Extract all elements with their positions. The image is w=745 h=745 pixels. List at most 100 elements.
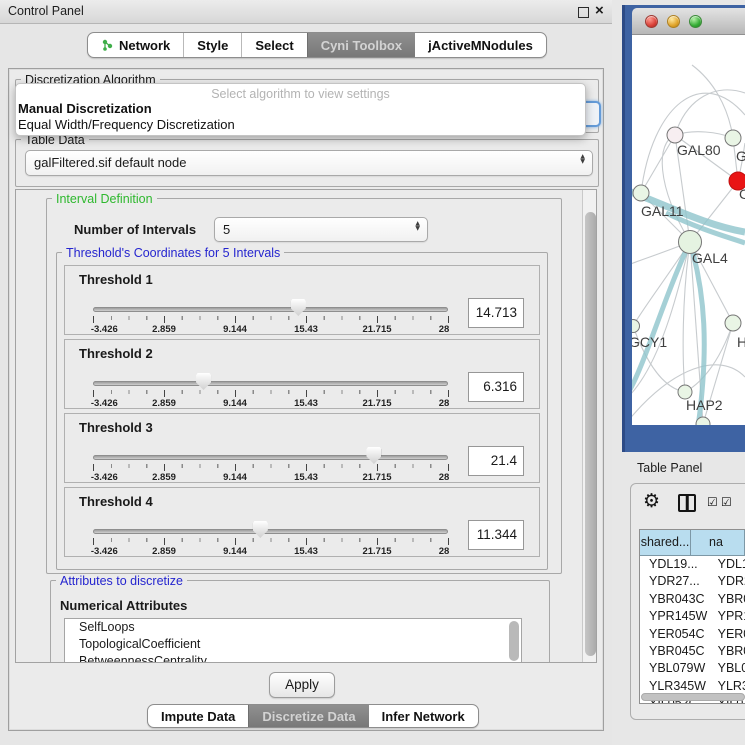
slider-thumb[interactable] bbox=[291, 299, 306, 316]
network-node[interactable] bbox=[667, 127, 683, 143]
slider-tick-labels: -3.4262.8599.14415.4321.71528 bbox=[93, 324, 448, 336]
spinner-arrows-icon: ▲▼ bbox=[415, 221, 420, 231]
threshold-2-slider[interactable]: -3.4262.8599.14415.4321.71528 bbox=[93, 372, 448, 410]
list-item[interactable]: SelfLoops bbox=[65, 619, 521, 636]
thresholds-group-title: Threshold's Coordinates for 5 Intervals bbox=[62, 246, 284, 260]
column-header-shared-name[interactable]: shared... bbox=[640, 530, 691, 555]
slider-track[interactable] bbox=[93, 381, 448, 386]
network-node[interactable] bbox=[633, 185, 649, 201]
tick-label: 21.715 bbox=[362, 472, 391, 483]
threshold-1-slider[interactable]: -3.4262.8599.14415.4321.71528 bbox=[93, 298, 448, 336]
slider-thumb[interactable] bbox=[196, 373, 211, 390]
network-canvas[interactable]: GAL80GALCGAL11GAL4GCY1HHAP2 bbox=[632, 35, 745, 425]
threshold-3-label: Threshold 3 bbox=[79, 420, 153, 435]
threshold-2-value[interactable]: 6.316 bbox=[468, 372, 524, 402]
zoom-traffic-light-icon[interactable] bbox=[689, 15, 702, 28]
threshold-1-value[interactable]: 14.713 bbox=[468, 298, 524, 328]
tab-network[interactable]: Network bbox=[88, 33, 183, 57]
table-row[interactable]: YDL19...YDL1 bbox=[640, 556, 745, 573]
tick-label: 9.144 bbox=[223, 546, 247, 557]
tab-style[interactable]: Style bbox=[183, 33, 241, 57]
network-edge bbox=[675, 132, 733, 138]
threshold-4-slider[interactable]: -3.4262.8599.14415.4321.71528 bbox=[93, 520, 448, 558]
tick-label: 15.43 bbox=[294, 398, 318, 409]
tick-label: 2.859 bbox=[152, 398, 176, 409]
tab-discretize-data[interactable]: Discretize Data bbox=[248, 705, 368, 727]
table-data-select[interactable]: galFiltered.sif default node ▲▼ bbox=[25, 150, 593, 176]
dropdown-option-manual[interactable]: Manual Discretization bbox=[16, 101, 585, 117]
table-row[interactable]: YDR27...YDR2 bbox=[640, 573, 745, 590]
threshold-4-value[interactable]: 11.344 bbox=[468, 520, 524, 550]
node-attribute-table[interactable]: shared... na YDL19...YDL1 YDR27...YDR2 Y… bbox=[639, 529, 745, 704]
network-node-label: GCY1 bbox=[632, 334, 667, 350]
network-node-label: GAL bbox=[736, 148, 745, 164]
slider-thumb[interactable] bbox=[366, 447, 381, 464]
tick-label: 9.144 bbox=[223, 472, 247, 483]
threshold-4-panel: Threshold 4 -3.4262.8599.14415.4321.7152… bbox=[64, 487, 540, 557]
list-scrollbar[interactable] bbox=[509, 621, 519, 661]
tick-label: 2.859 bbox=[152, 546, 176, 557]
table-row[interactable]: YBL079WYBL0 bbox=[640, 660, 745, 677]
network-window-titlebar[interactable] bbox=[632, 8, 745, 35]
tab-select[interactable]: Select bbox=[241, 33, 306, 57]
tab-cyni-toolbox[interactable]: Cyni Toolbox bbox=[307, 33, 415, 57]
settings-scroll-viewport: Interval Definition Number of Intervals … bbox=[15, 189, 597, 663]
network-node[interactable] bbox=[725, 130, 741, 146]
table-row[interactable]: YBR043CYBR0 bbox=[640, 591, 745, 608]
control-panel-window: Control Panel × Network Style Select Cyn… bbox=[0, 0, 612, 745]
tick-label: -3.426 bbox=[91, 546, 118, 557]
threshold-3-slider[interactable]: -3.4262.8599.14415.4321.71528 bbox=[93, 446, 448, 484]
network-node[interactable] bbox=[725, 315, 741, 331]
slider-track[interactable] bbox=[93, 529, 448, 534]
tick-label: 28 bbox=[439, 546, 450, 557]
tab-infer-network[interactable]: Infer Network bbox=[369, 705, 478, 727]
slider-tick-labels: -3.4262.8599.14415.4321.71528 bbox=[93, 398, 448, 410]
tick-label: 21.715 bbox=[362, 398, 391, 409]
tick-label: 2.859 bbox=[152, 324, 176, 335]
network-node-label: GAL80 bbox=[677, 142, 721, 158]
apply-button[interactable]: Apply bbox=[269, 672, 335, 698]
network-node[interactable] bbox=[632, 320, 640, 333]
tab-jactivemnodules[interactable]: jActiveMNodules bbox=[415, 33, 546, 57]
dropdown-option-equal-width[interactable]: Equal Width/Frequency Discretization bbox=[16, 117, 585, 133]
column-header-name[interactable]: na bbox=[691, 530, 745, 555]
table-row[interactable]: YER054CYER0 bbox=[640, 626, 745, 643]
gear-icon[interactable]: ⚙ bbox=[643, 490, 660, 512]
threshold-1-label: Threshold 1 bbox=[79, 272, 153, 287]
slider-track[interactable] bbox=[93, 307, 448, 312]
list-item[interactable]: TopologicalCoefficient bbox=[65, 636, 521, 653]
control-panel-titlebar: Control Panel × bbox=[0, 0, 612, 24]
close-icon[interactable]: × bbox=[595, 2, 604, 19]
table-horizontal-scrollbar[interactable] bbox=[641, 693, 745, 701]
table-row[interactable]: YPR145WYPR1 bbox=[640, 608, 745, 625]
num-intervals-select[interactable]: 5 ▲▼ bbox=[214, 217, 428, 242]
panel-scrollbar[interactable] bbox=[582, 190, 597, 663]
scrollbar-thumb[interactable] bbox=[585, 212, 596, 656]
slider-thumb[interactable] bbox=[253, 521, 268, 538]
list-item[interactable]: BetweennessCentrality bbox=[65, 653, 521, 663]
table-toolbar: ⚙ ☑ ☑ bbox=[631, 484, 745, 524]
close-traffic-light-icon[interactable] bbox=[645, 15, 658, 28]
column-layout-icon[interactable] bbox=[678, 494, 696, 512]
threshold-3-panel: Threshold 3 -3.4262.8599.14415.4321.7152… bbox=[64, 413, 540, 483]
threshold-3-value[interactable]: 21.4 bbox=[468, 446, 524, 476]
table-panel-window: ⚙ ☑ ☑ shared... na YDL19...YDL1 YDR27...… bbox=[630, 483, 745, 720]
network-edge bbox=[692, 65, 733, 138]
cyni-content-panel: Discretization Algorithm Select algorith… bbox=[8, 68, 604, 731]
interval-group-title: Interval Definition bbox=[52, 192, 157, 206]
slider-track[interactable] bbox=[93, 455, 448, 460]
network-node-label: GAL4 bbox=[692, 250, 728, 266]
tab-impute-data[interactable]: Impute Data bbox=[148, 705, 248, 727]
numerical-attributes-list[interactable]: SelfLoops TopologicalCoefficient Between… bbox=[64, 618, 522, 663]
checkbox-icon[interactable]: ☑ bbox=[707, 495, 718, 509]
tick-label: -3.426 bbox=[91, 324, 118, 335]
network-icon bbox=[101, 39, 114, 52]
table-panel-title: Table Panel bbox=[637, 461, 702, 475]
table-row[interactable]: YBR045CYBR0 bbox=[640, 643, 745, 660]
float-window-icon[interactable] bbox=[578, 7, 589, 18]
network-svg[interactable]: GAL80GALCGAL11GAL4GCY1HHAP2 bbox=[632, 35, 745, 425]
checkbox-icon[interactable]: ☑ bbox=[721, 495, 732, 509]
minimize-traffic-light-icon[interactable] bbox=[667, 15, 680, 28]
network-edge bbox=[675, 90, 745, 135]
screen: Control Panel × Network Style Select Cyn… bbox=[0, 0, 745, 745]
